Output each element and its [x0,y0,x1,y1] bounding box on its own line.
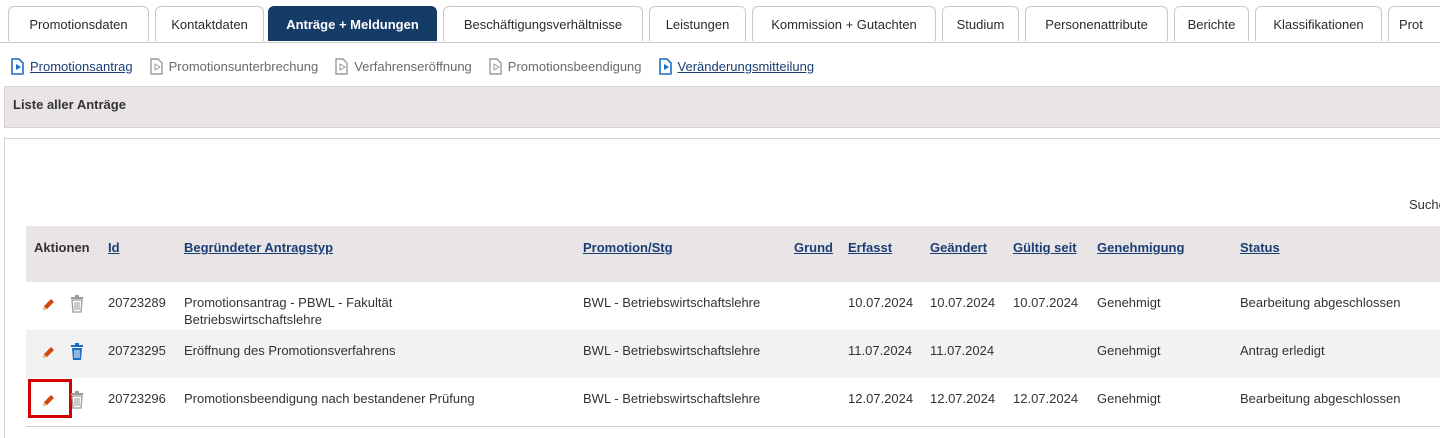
column-header-valid-since[interactable]: Gültig seit [1013,240,1077,255]
tab-berichte[interactable]: Berichte [1174,6,1249,41]
trash-icon[interactable] [70,343,84,361]
action-label: Promotionsbeendigung [507,58,642,74]
cell-created: 11.07.2024 [848,343,913,358]
tab-bar: Promotionsdaten Kontaktdaten Anträge + M… [0,0,1440,43]
table-row: 20723289 Promotionsantrag - PBWL - Fakul… [26,282,1440,330]
column-header-actions: Aktionen [34,240,90,255]
tab-beschaeftigungsverhaeltnisse[interactable]: Beschäftigungsverhältnisse [443,6,643,41]
trash-icon [71,295,83,313]
column-header-id[interactable]: Id [108,240,120,255]
cell-created: 12.07.2024 [848,391,914,406]
action-verfahrenseroeffnung: Verfahrenseröffnung [334,57,472,75]
tab-studium[interactable]: Studium [942,6,1019,41]
cell-valid-since: 12.07.2024 [1013,391,1079,406]
new-document-icon [11,57,24,75]
edit-pencil-icon[interactable] [40,297,56,313]
cell-id: 20723295 [108,343,166,358]
table-row: 20723295 Eröffnung des Promotionsverfahr… [26,330,1440,378]
action-label: Veränderungsmitteilung [677,58,815,74]
cell-type: Promotionsbeendigung nach bestandener Pr… [184,391,475,406]
cell-status: Bearbeitung abgeschlossen [1240,295,1401,310]
cell-status: Antrag erledigt [1240,343,1325,358]
action-promotionsantrag[interactable]: Promotionsantrag [10,57,133,75]
cell-promotion: BWL - Betriebswirtschaftslehre [583,343,761,358]
column-header-created[interactable]: Erfasst [848,240,892,255]
cell-promotion: BWL - Betriebswirtschaftslehre [583,295,761,310]
cell-changed: 10.07.2024 [930,295,996,310]
column-header-changed[interactable]: Geändert [930,240,987,255]
action-promotionsunterbrechung: Promotionsunterbrechung [149,57,319,75]
cell-valid-since: 10.07.2024 [1013,295,1079,310]
cell-changed: 12.07.2024 [930,391,996,406]
action-veraenderungsmitteilung[interactable]: Veränderungsmitteilung [658,57,815,75]
cell-approval: Genehmigt [1097,391,1161,406]
action-label: Promotionsantrag [30,58,133,74]
tab-personenattribute[interactable]: Personenattribute [1025,6,1168,41]
action-promotionsbeendigung: Promotionsbeendigung [488,57,642,75]
new-document-icon [489,57,502,75]
column-header-reason[interactable]: Grund [794,240,833,255]
trash-icon [71,391,83,409]
edit-pencil-icon[interactable] [40,393,56,409]
tab-klassifikationen[interactable]: Klassifikationen [1255,6,1382,41]
search-label: Suche [1409,197,1440,212]
edit-pencil-icon[interactable] [40,345,56,361]
new-document-icon [335,57,348,75]
cell-id: 20723296 [108,391,166,406]
column-header-approval[interactable]: Genehmigung [1097,240,1184,255]
tab-leistungen[interactable]: Leistungen [649,6,746,41]
table-row: 20723296 Promotionsbeendigung nach besta… [26,378,1440,427]
cell-type: Promotionsantrag - PBWL - Fakultät Betri… [184,295,393,327]
new-document-icon [658,57,672,75]
column-header-promotion[interactable]: Promotion/Stg [583,240,673,255]
cell-status: Bearbeitung abgeschlossen [1240,391,1401,406]
tab-promotionsdaten[interactable]: Promotionsdaten [8,6,149,41]
cell-approval: Genehmigt [1097,343,1161,358]
action-link-bar: Promotionsantrag Promotionsunterbrechung… [10,56,830,76]
tab-protokoll[interactable]: Prot [1388,6,1440,41]
new-document-icon [149,57,163,75]
cell-id: 20723289 [108,295,166,310]
section-title: Liste aller Anträge [4,86,1440,128]
table-header: Aktionen Id Begründeter Antragstyp Promo… [26,226,1440,282]
tab-antraege-meldungen[interactable]: Anträge + Meldungen [268,6,437,41]
cell-created: 10.07.2024 [848,295,914,310]
cell-promotion: BWL - Betriebswirtschaftslehre [583,391,761,406]
tab-kontaktdaten[interactable]: Kontaktdaten [155,6,264,41]
cell-changed: 11.07.2024 [930,343,995,358]
column-header-type[interactable]: Begründeter Antragstyp [184,240,333,255]
action-label: Promotionsunterbrechung [168,58,319,74]
column-header-status[interactable]: Status [1240,240,1280,255]
cell-type: Eröffnung des Promotionsverfahrens [184,343,396,358]
tab-kommission-gutachten[interactable]: Kommission + Gutachten [752,6,936,41]
action-label: Verfahrenseröffnung [354,58,472,74]
cell-approval: Genehmigt [1097,295,1161,310]
